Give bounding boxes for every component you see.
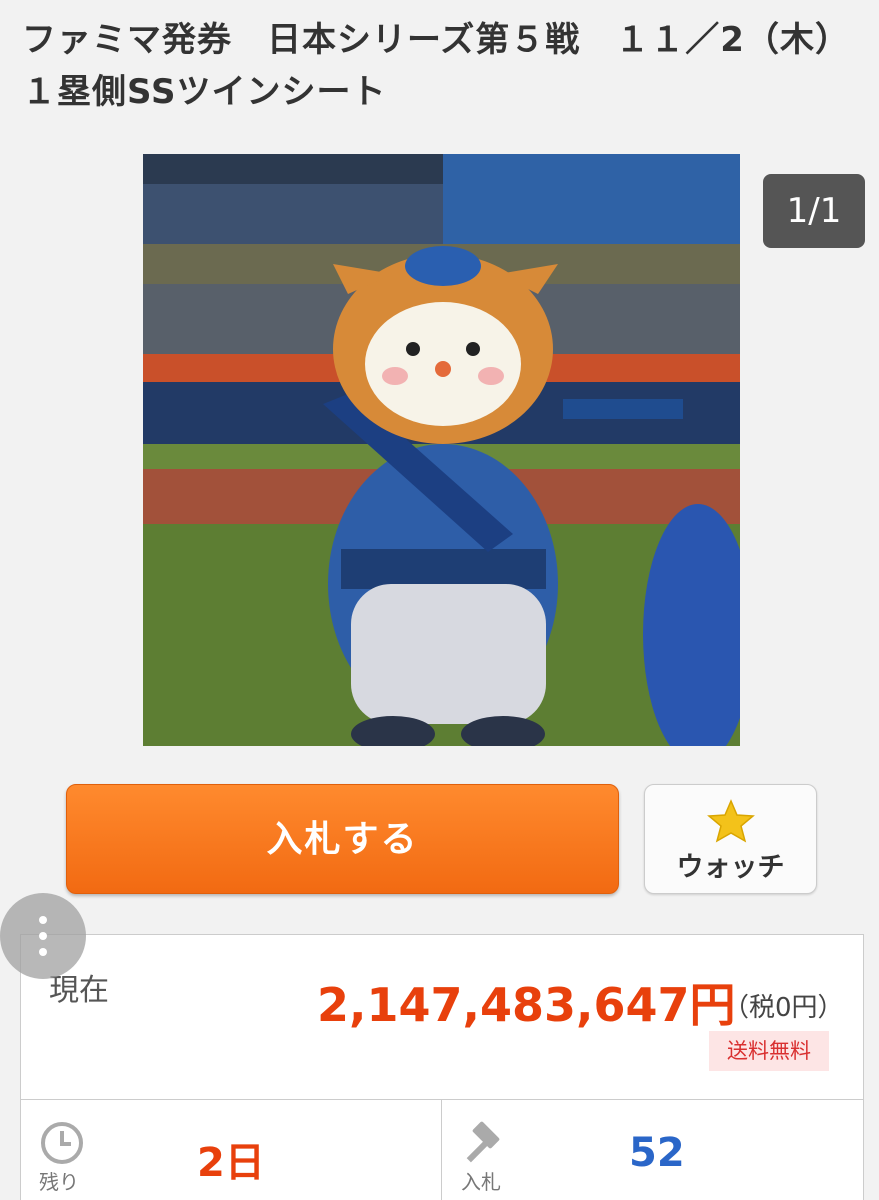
mascot-photo-illustration <box>143 154 740 746</box>
star-icon <box>707 799 755 843</box>
bid-count-value: 52 <box>629 1130 685 1176</box>
gavel-icon <box>466 1121 500 1163</box>
bid-button[interactable]: 入札する <box>66 784 619 894</box>
free-shipping-badge: 送料無料 <box>709 1031 829 1071</box>
listing-title: ファミマ発券 日本シリーズ第５戦 １１／2（木）１塁側SSツインシート <box>22 20 850 112</box>
watch-button[interactable]: ウォッチ <box>644 784 817 894</box>
tax-note: （税0円） <box>723 993 844 1023</box>
vertical-dots-icon[interactable] <box>0 893 86 979</box>
clock-icon <box>41 1122 83 1164</box>
bid-count-label: 入札 <box>461 1170 501 1194</box>
price-section: 現在 2,147,483,647円 （税0円） 送料無料 <box>20 934 864 1100</box>
current-price: 2,147,483,647円 <box>317 978 736 1032</box>
watch-label: ウォッチ <box>676 852 785 883</box>
remaining-time-value: 2日 <box>197 1140 265 1186</box>
remaining-time-label: 残り <box>39 1170 79 1194</box>
image-counter: 1/1 <box>763 174 865 248</box>
stats-divider <box>441 1100 442 1200</box>
listing-photo[interactable] <box>143 154 740 746</box>
auction-stats: 残り 2日 入札 52 <box>20 1099 864 1200</box>
